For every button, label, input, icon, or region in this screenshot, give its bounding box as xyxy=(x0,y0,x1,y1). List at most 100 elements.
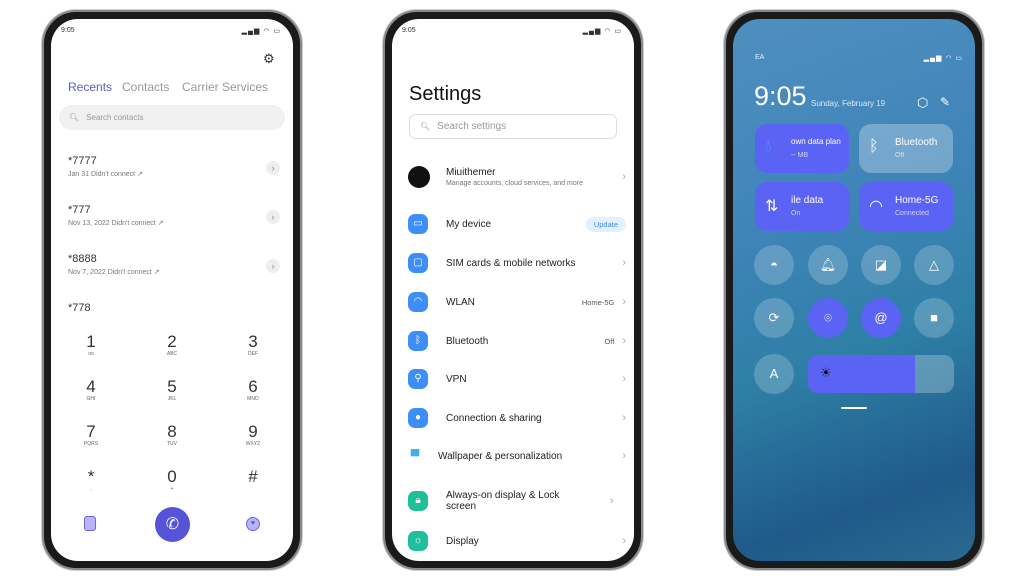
key-digit: 5 xyxy=(167,377,177,396)
bluetooth-icon: ᛒ xyxy=(869,138,879,155)
dialpad-key[interactable]: 9 WXYZ xyxy=(233,423,273,448)
status-time: 9:05 xyxy=(61,27,75,34)
key-letters: MNO xyxy=(247,396,259,402)
recent-call-row[interactable]: *7777 Jan 31 Didn't connect ↗ › xyxy=(68,155,280,195)
chevron-right-icon[interactable]: › xyxy=(266,259,280,273)
tile-mobile-data[interactable]: ⇅ ile data On xyxy=(755,182,849,231)
tile-title: ile data xyxy=(791,195,824,206)
paintbrush-icon: ▀ xyxy=(410,449,420,463)
tile-sub: Off xyxy=(895,152,905,159)
item-label: Wallpaper & personalization xyxy=(438,450,563,462)
wifi-icon: ◠ xyxy=(408,292,428,312)
tab-contacts[interactable]: Contacts xyxy=(122,80,169,94)
phone-dialer: 9:05 ▂▄▆ ◠ ▭ ⚙ Recents Contacts Carrier … xyxy=(42,10,302,570)
connection-icon: ● xyxy=(408,408,428,428)
phone-control-center: EA ▂▄▆ ◠ ▭ 9:05 Sunday, February 19 ⬡ ✎ … xyxy=(724,10,984,570)
key-letters: JKL xyxy=(167,396,177,402)
carrier-label: EA xyxy=(755,54,765,61)
key-letters: ᴏᴏ xyxy=(88,351,94,357)
settings-item[interactable]: ◠ WLAN Home-5G › xyxy=(408,287,626,317)
screenshot-toggle[interactable]: ◪ xyxy=(861,245,901,285)
avatar xyxy=(408,166,430,188)
search-settings-input[interactable]: 🔍︎ Search settings xyxy=(409,114,617,139)
dialpad-key[interactable]: 2 ABC xyxy=(152,333,192,358)
status-icons: ▂▄▆ ◠ ▭ xyxy=(241,28,281,35)
call-number: *8888 xyxy=(68,253,97,265)
wifi-icon: ◠ xyxy=(869,198,883,215)
sim-icon: ▢ xyxy=(408,253,428,273)
dnd-toggle[interactable]: ◓ xyxy=(754,245,794,285)
tile-sub: Connected xyxy=(895,210,929,217)
contacts-list-icon[interactable] xyxy=(84,516,96,531)
tile-wifi[interactable]: ◠ Home-5G Connected xyxy=(859,182,953,231)
settings-item[interactable]: 🔒︎ Always-on display & Lock screen › xyxy=(408,483,626,519)
chevron-right-icon[interactable]: › xyxy=(266,210,280,224)
brightness-slider[interactable]: ☀ xyxy=(808,355,954,393)
settings-item[interactable]: ᛒ Bluetooth Off › xyxy=(408,326,626,356)
key-digit: 3 xyxy=(248,332,258,351)
call-detail: Nov 13, 2022 Didn't connect xyxy=(68,220,156,227)
tile-bluetooth[interactable]: ᛒ Bluetooth Off xyxy=(859,124,953,173)
chevron-right-icon: › xyxy=(610,495,614,507)
bell-icon: 🔔︎ xyxy=(819,257,837,272)
settings-item[interactable]: ▀ Wallpaper & personalization › xyxy=(408,441,626,471)
tab-recents[interactable]: Recents xyxy=(68,80,112,94)
status-icons: ▂▄▆ ◠ ▭ xyxy=(582,28,622,35)
date: Sunday, February 19 xyxy=(811,99,886,108)
settings-item[interactable]: ☼ Display › xyxy=(408,526,626,556)
dialpad-key[interactable]: # xyxy=(233,468,273,486)
settings-item[interactable]: ● Connection & sharing › xyxy=(408,403,626,433)
edit-icon[interactable]: ✎ xyxy=(940,95,950,109)
chevron-right-icon: › xyxy=(622,450,626,462)
tab-carrier-services[interactable]: Carrier Services xyxy=(182,80,268,94)
call-number: *7777 xyxy=(68,155,97,167)
location-icon: ⌾ xyxy=(824,310,832,325)
outgoing-arrow-icon: ↗ xyxy=(137,171,143,178)
screenshot-icon: ◪ xyxy=(874,257,888,272)
auto-brightness-toggle[interactable]: A xyxy=(754,354,794,394)
dialpad-key[interactable]: 3 DEF xyxy=(233,332,273,358)
bluetooth-icon: ᛒ xyxy=(408,331,428,351)
key-letters: GHI xyxy=(86,396,96,402)
item-label: Bluetooth xyxy=(446,335,489,347)
search-contacts-input[interactable]: 🔍︎ Search contacts xyxy=(59,105,285,130)
panel-handle[interactable] xyxy=(841,407,867,409)
chevron-right-icon[interactable]: › xyxy=(266,161,280,175)
update-badge[interactable]: Update xyxy=(585,216,626,232)
key-letters: DEF xyxy=(248,351,258,357)
auto-brightness-label: A xyxy=(769,366,779,381)
recent-call-row[interactable]: *777 Nov 13, 2022 Didn't connect ↗ › xyxy=(68,204,280,244)
gear-icon[interactable]: ⚙ xyxy=(263,51,275,67)
dialpad-key[interactable]: 7 PQRS xyxy=(71,423,111,448)
account-item[interactable]: Miuithemer Manage accounts, cloud servic… xyxy=(408,159,626,195)
recent-call-row[interactable]: *8888 Nov 7, 2022 Didn't connect ↗ › xyxy=(68,253,280,293)
settings-item[interactable]: ▭ My device Update xyxy=(408,209,626,239)
settings-item[interactable]: ▢ SIM cards & mobile networks › xyxy=(408,248,626,278)
airplane-toggle[interactable]: △ xyxy=(914,245,954,285)
settings-item[interactable]: ⚲ VPN › xyxy=(408,364,626,394)
dialpad-key[interactable]: 1 ᴏᴏ xyxy=(71,333,111,358)
tile-sub: On xyxy=(791,210,801,217)
dialpad-key[interactable]: 4 GHI xyxy=(71,378,111,403)
dialpad-key[interactable]: 8 TUV xyxy=(152,423,192,448)
mobile-data-icon: ⇅ xyxy=(765,198,779,215)
screen-record-toggle[interactable]: ■ xyxy=(914,298,954,338)
control-center-screen: EA ▂▄▆ ◠ ▭ 9:05 Sunday, February 19 ⬡ ✎ … xyxy=(733,19,975,561)
settings-icon[interactable]: ⬡ xyxy=(917,95,928,111)
tile-data-plan[interactable]: 💧︎ own data plan -- MB xyxy=(755,124,849,173)
favorites-icon[interactable]: ♥ xyxy=(246,517,260,531)
dialpad-key[interactable]: *, xyxy=(71,468,111,493)
item-label: Connection & sharing xyxy=(446,412,542,424)
dialpad-key[interactable]: 5 JKL xyxy=(152,377,192,403)
call-number: *778 xyxy=(68,302,91,314)
location-toggle[interactable]: ⌾ xyxy=(808,298,848,338)
item-label: My device xyxy=(446,218,492,230)
video-camera-icon: ■ xyxy=(930,310,938,325)
flashlight-toggle[interactable]: 🔔︎ xyxy=(808,245,848,285)
rotation-toggle[interactable]: ⟳ xyxy=(754,298,794,338)
dialpad-key[interactable]: 0 + xyxy=(152,467,192,493)
key-digit: 0 xyxy=(167,467,177,486)
call-button[interactable]: ✆ xyxy=(155,507,190,542)
hotspot-toggle[interactable]: @ xyxy=(861,298,901,338)
dialpad-key[interactable]: 6 MNO xyxy=(233,378,273,403)
